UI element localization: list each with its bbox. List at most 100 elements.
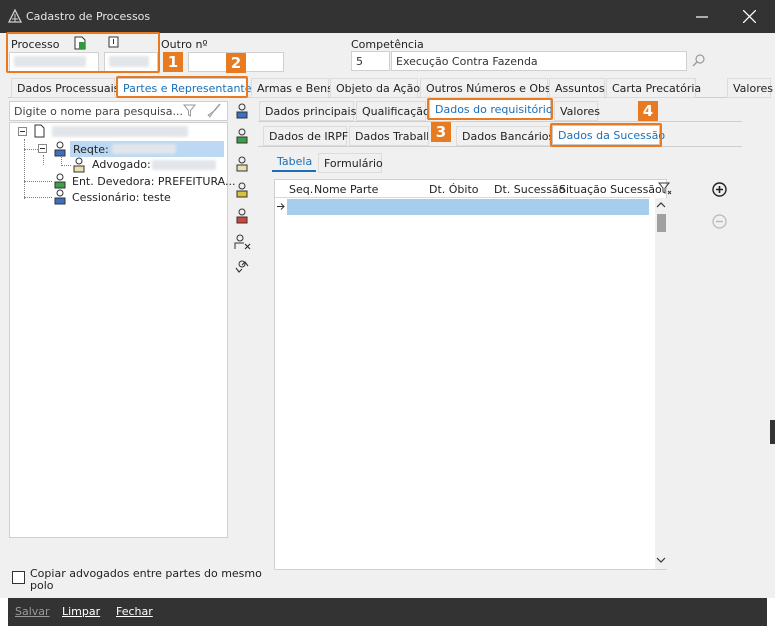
fechar-button[interactable]: Fechar (116, 605, 153, 618)
subtabs-baseline (258, 121, 742, 122)
tree-item-reqte[interactable]: Reqte: (70, 141, 224, 157)
tab-dados-processuais[interactable]: Dados Processuais (11, 78, 119, 98)
col-nome-parte[interactable]: Nome Parte (314, 183, 378, 196)
callout-badge-3: 3 (431, 122, 451, 142)
tab-outros-numeros[interactable]: Outros Números e Obs. (420, 78, 554, 98)
tree-line (61, 165, 71, 166)
person-red-icon (236, 208, 248, 224)
copiar-advogados-label-2: polo (30, 579, 54, 592)
col-seq[interactable]: Seq. (289, 183, 313, 196)
salvar-button[interactable]: Salvar (15, 605, 50, 618)
subtabs2-baseline (258, 146, 742, 147)
grid-filter-icon[interactable] (658, 182, 672, 196)
col-dt-obito[interactable]: Dt. Óbito (429, 183, 479, 196)
minimize-icon (696, 15, 708, 18)
tab-dados-irpf[interactable]: Dados de IRPF (263, 126, 348, 146)
grid-header-divider (275, 197, 650, 198)
broom-clear-icon[interactable] (207, 103, 222, 118)
document-note-icon[interactable] (108, 36, 119, 48)
processo-label: Processo (11, 38, 60, 51)
copiar-advogados-label-1: Copiar advogados entre partes do mesmo (30, 567, 262, 580)
tree-line (43, 155, 44, 165)
callout-badge-4: 4 (638, 101, 658, 121)
processo-suffix-field[interactable] (104, 52, 158, 72)
tab-objeto-acao[interactable]: Objeto da Ação (330, 78, 420, 98)
tab-armas-bens[interactable]: Armas e Bens (251, 78, 333, 98)
competencia-name-field[interactable]: Execução Contra Fazenda (391, 51, 687, 71)
close-button[interactable] (726, 0, 772, 33)
processo-number-field[interactable] (9, 52, 99, 72)
remove-row-icon[interactable] (712, 214, 727, 229)
grid-scrollbar[interactable] (655, 198, 667, 569)
add-parte-blue-button[interactable] (233, 102, 251, 120)
window-title: Cadastro de Processos (26, 10, 151, 23)
add-row-icon[interactable] (712, 182, 727, 197)
app-logo-icon (8, 9, 22, 23)
collapse-icon[interactable] (18, 127, 27, 136)
tree-line (24, 149, 38, 150)
scroll-down-icon[interactable] (656, 556, 666, 564)
limpar-button[interactable]: Limpar (62, 605, 100, 618)
col-dt-sucessao[interactable]: Dt. Sucessão (494, 183, 565, 196)
tab-carta-precatoria[interactable]: Carta Precatória (606, 78, 701, 98)
callout-badge-1: 1 (163, 52, 183, 72)
tree-item-advogado[interactable]: Advogado: (92, 158, 151, 171)
add-parte-yellow-button[interactable] (233, 181, 251, 199)
scroll-up-icon[interactable] (656, 201, 666, 209)
scrollbar-thumb[interactable] (657, 214, 666, 232)
tree-line (24, 197, 52, 198)
reqte-label: Reqte: (73, 143, 109, 156)
col-situacao-sucessao[interactable]: Situação Sucessão (559, 183, 662, 196)
add-representante-button[interactable] (233, 155, 251, 173)
competencia-code-field[interactable]: 5 (351, 51, 390, 71)
action-bar: Salvar Limpar Fechar (8, 598, 767, 626)
tab-dados-sucessao[interactable]: Dados da Sucessão (552, 125, 665, 145)
sucessao-grid (274, 179, 667, 570)
document-green-icon[interactable] (74, 36, 86, 50)
search-icon[interactable] (692, 53, 706, 67)
minimize-button[interactable] (679, 0, 725, 33)
person-remove-icon (234, 234, 250, 250)
tab-valores[interactable]: Valores (727, 78, 773, 98)
advogado-label: Advogado: (92, 158, 151, 171)
tab-dados-principais[interactable]: Dados principais (259, 101, 356, 121)
tab-sub-valores[interactable]: Valores (554, 101, 600, 121)
tab-assuntos[interactable]: Assuntos (549, 78, 605, 98)
tab-dados-trabalhistas[interactable]: Dados Trabalh (349, 126, 429, 146)
tab-dados-bancarios[interactable]: Dados Bancários (456, 126, 554, 146)
tree-line (24, 139, 25, 199)
outro-numero-label: Outro nº (161, 38, 208, 51)
competencia-label: Competência (351, 38, 424, 51)
tab-qualificacao[interactable]: Qualificação (356, 101, 430, 121)
advogado-name-redacted (152, 160, 216, 170)
tree-item-cessionario[interactable]: Cessionário: teste (72, 191, 171, 204)
tab-formulario[interactable]: Formulário (318, 153, 383, 173)
person-advogado-icon (73, 157, 85, 173)
window-edge-handle (770, 420, 775, 444)
copiar-advogados-checkbox[interactable] (12, 571, 25, 584)
person-green-icon (54, 173, 66, 189)
person-blue-icon (54, 189, 66, 205)
person-blue-icon (54, 141, 66, 157)
person-advogado-icon (236, 156, 248, 172)
tab-tabela[interactable]: Tabela (272, 152, 316, 172)
callout-badge-2: 2 (226, 53, 246, 73)
row-pointer-icon (277, 203, 285, 210)
process-document-icon (34, 124, 45, 138)
close-icon (742, 10, 756, 23)
person-yellow-icon (236, 182, 248, 198)
person-blue-icon (236, 103, 248, 119)
tab-partes-representantes[interactable]: Partes e Representantes (117, 78, 257, 98)
tab-dados-requisitorio[interactable]: Dados do requisitório (429, 99, 553, 119)
add-parte-red-button[interactable] (233, 207, 251, 225)
person-swap-icon (235, 260, 249, 273)
swap-parte-button[interactable] (233, 258, 251, 276)
table-row[interactable] (287, 199, 649, 215)
tree-item-ent-devedora[interactable]: Ent. Devedora: PREFEITURA... (72, 175, 235, 188)
collapse-icon[interactable] (38, 144, 47, 153)
add-parte-green-button[interactable] (233, 127, 251, 145)
tree-line (24, 181, 52, 182)
filter-icon[interactable] (183, 104, 196, 117)
person-green-icon (236, 128, 248, 144)
remove-parte-button[interactable] (233, 233, 251, 251)
